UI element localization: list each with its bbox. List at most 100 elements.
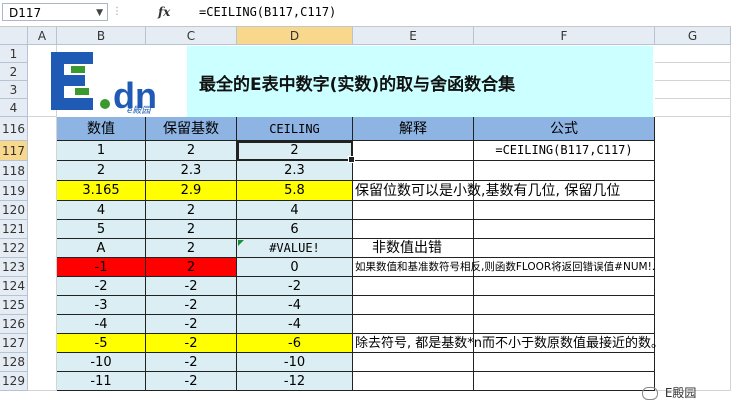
active-cell-cursor[interactable] — [237, 141, 355, 163]
row-header[interactable]: 118 — [0, 161, 28, 181]
column-header-b[interactable]: B — [57, 27, 146, 45]
cell-g4[interactable] — [655, 99, 731, 117]
cell-column-a[interactable] — [28, 117, 57, 391]
column-header-g[interactable]: G — [655, 27, 731, 45]
row-header[interactable]: 119 — [0, 181, 28, 201]
table-cell[interactable]: -2 — [146, 334, 237, 353]
row-header[interactable]: 116 — [0, 117, 28, 141]
table-cell[interactable] — [474, 239, 655, 258]
table-cell[interactable]: -2 — [57, 277, 146, 296]
chevron-down-icon[interactable]: ▼ — [96, 4, 103, 22]
header-cell-value[interactable]: 数值 — [57, 117, 146, 141]
table-cell[interactable]: 5 — [57, 220, 146, 239]
table-cell[interactable]: #VALUE! — [237, 239, 353, 258]
table-cell[interactable] — [353, 161, 474, 181]
splitter-handle[interactable]: ⋮ — [112, 7, 134, 17]
table-cell[interactable] — [474, 201, 655, 220]
insert-function-button[interactable]: fx — [158, 3, 178, 21]
row-header[interactable]: 124 — [0, 277, 28, 296]
table-cell[interactable] — [353, 372, 474, 391]
table-cell[interactable]: 5.8 — [237, 181, 353, 201]
table-cell[interactable] — [353, 353, 474, 372]
table-cell[interactable] — [353, 296, 474, 315]
table-cell[interactable]: -2 — [237, 277, 353, 296]
fill-handle[interactable] — [348, 156, 355, 163]
row-header[interactable]: 129 — [0, 372, 28, 391]
cell-column-g[interactable] — [655, 117, 731, 391]
table-cell[interactable]: -12 — [237, 372, 353, 391]
table-cell[interactable]: -2 — [146, 315, 237, 334]
column-header-f[interactable]: F — [474, 27, 655, 45]
column-header-e[interactable]: E — [353, 27, 474, 45]
table-cell[interactable]: 2.3 — [237, 161, 353, 181]
table-cell[interactable]: -2 — [146, 372, 237, 391]
table-cell[interactable]: 2 — [146, 141, 237, 161]
table-cell[interactable] — [353, 277, 474, 296]
row-header[interactable]: 117 — [0, 141, 28, 161]
table-cell[interactable] — [353, 201, 474, 220]
header-cell-formula[interactable]: 公式 — [474, 117, 655, 141]
select-all-corner[interactable] — [0, 27, 28, 45]
table-cell[interactable]: 4 — [57, 201, 146, 220]
table-cell[interactable]: -2 — [146, 277, 237, 296]
table-cell[interactable] — [474, 277, 655, 296]
header-cell-base[interactable]: 保留基数 — [146, 117, 237, 141]
table-cell[interactable]: =CEILING(B117,C117) — [474, 141, 655, 161]
table-cell[interactable] — [474, 315, 655, 334]
row-header[interactable]: 1 — [0, 45, 28, 63]
table-cell[interactable]: -3 — [57, 296, 146, 315]
row-header[interactable]: 127 — [0, 334, 28, 353]
table-cell[interactable]: 6 — [237, 220, 353, 239]
table-cell[interactable]: -10 — [57, 353, 146, 372]
table-cell[interactable]: -4 — [237, 296, 353, 315]
table-cell[interactable]: 4 — [237, 201, 353, 220]
table-cell[interactable]: 3.165 — [57, 181, 146, 201]
table-cell[interactable]: -2 — [146, 296, 237, 315]
table-cell[interactable]: 2 — [146, 201, 237, 220]
row-header[interactable]: 128 — [0, 353, 28, 372]
table-cell[interactable]: -2 — [146, 353, 237, 372]
table-cell[interactable] — [353, 141, 474, 161]
table-cell[interactable]: -1 — [57, 258, 146, 277]
row-header[interactable]: 3 — [0, 81, 28, 99]
header-cell-ceiling[interactable]: CEILING — [237, 117, 353, 141]
table-cell[interactable]: 2.3 — [146, 161, 237, 181]
table-cell[interactable]: 1 — [57, 141, 146, 161]
table-cell[interactable]: 0 — [237, 258, 353, 277]
table-cell[interactable]: -6 — [237, 334, 353, 353]
table-cell[interactable] — [353, 220, 474, 239]
column-header-a[interactable]: A — [28, 27, 57, 45]
table-cell[interactable]: -5 — [57, 334, 146, 353]
table-cell[interactable]: 2 — [146, 258, 237, 277]
cell-g2[interactable] — [655, 63, 731, 81]
row-header[interactable]: 2 — [0, 63, 28, 81]
table-cell[interactable] — [474, 296, 655, 315]
header-cell-explain[interactable]: 解释 — [353, 117, 474, 141]
table-cell[interactable]: 2.9 — [146, 181, 237, 201]
column-header-c[interactable]: C — [146, 27, 237, 45]
table-cell[interactable]: 2 — [146, 239, 237, 258]
table-cell[interactable]: 2 — [146, 220, 237, 239]
table-cell[interactable]: -4 — [57, 315, 146, 334]
row-header[interactable]: 125 — [0, 296, 28, 315]
table-cell[interactable] — [474, 161, 655, 181]
row-header[interactable]: 123 — [0, 258, 28, 277]
name-box[interactable]: D117 ▼ — [2, 3, 108, 21]
table-cell[interactable] — [474, 220, 655, 239]
row-header[interactable]: 122 — [0, 239, 28, 258]
table-cell[interactable] — [474, 353, 655, 372]
row-header[interactable]: 120 — [0, 201, 28, 220]
table-cell[interactable]: 2 — [57, 161, 146, 181]
column-header-d[interactable]: D — [237, 27, 353, 45]
cell-g1[interactable] — [655, 45, 731, 63]
table-cell[interactable]: A — [57, 239, 146, 258]
row-header[interactable]: 121 — [0, 220, 28, 239]
row-header[interactable]: 126 — [0, 315, 28, 334]
table-cell[interactable]: -4 — [237, 315, 353, 334]
table-cell[interactable] — [474, 372, 655, 391]
table-cell[interactable]: -11 — [57, 372, 146, 391]
cell-g3[interactable] — [655, 81, 731, 99]
row-header[interactable]: 4 — [0, 99, 28, 117]
table-cell[interactable]: -10 — [237, 353, 353, 372]
table-cell[interactable] — [353, 315, 474, 334]
